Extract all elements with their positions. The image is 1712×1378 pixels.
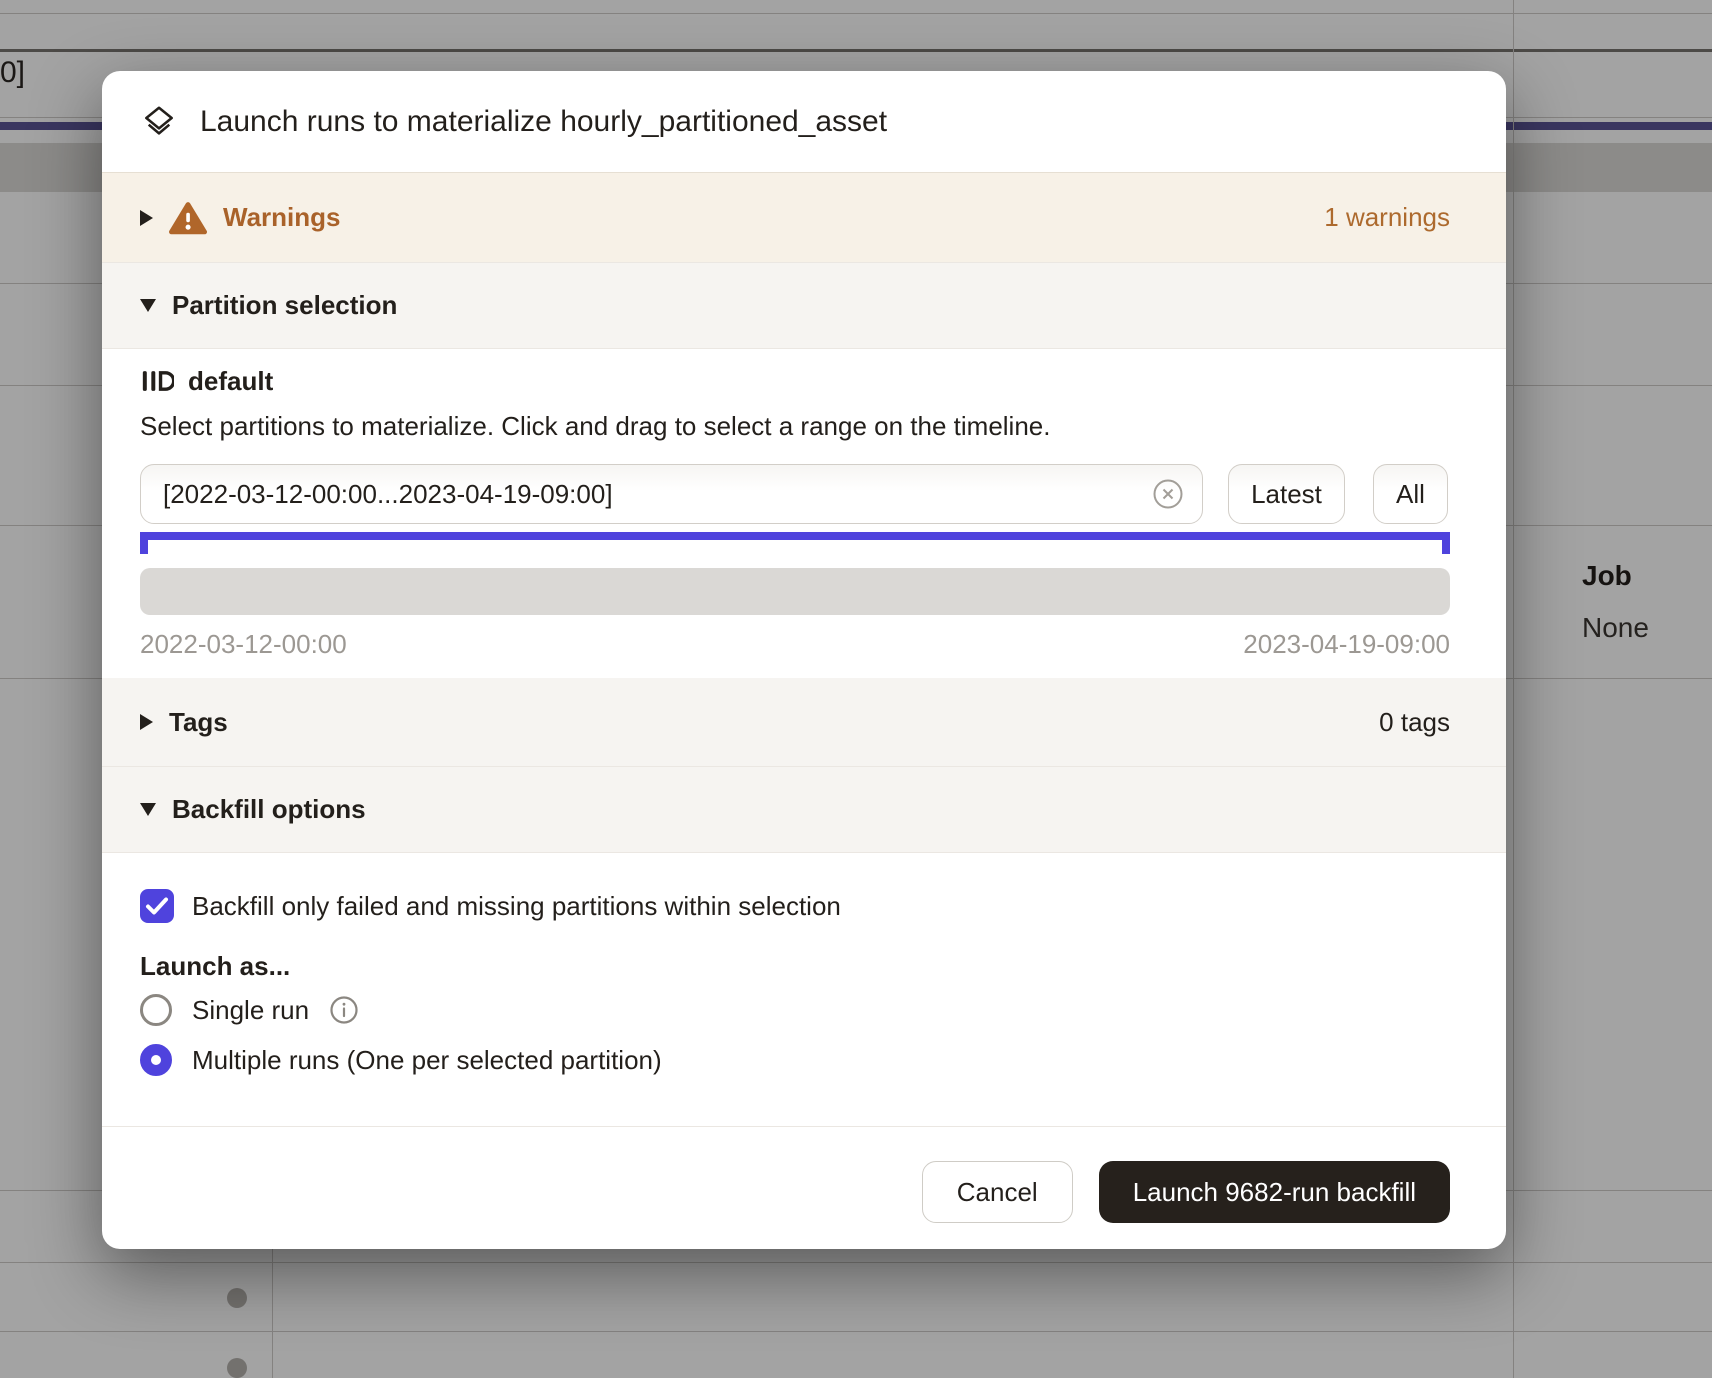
partition-range-value: [2022-03-12-00:00...2023-04-19-09:00] [163,479,1152,510]
partition-selection-section-header[interactable]: Partition selection [102,262,1506,349]
warnings-count-badge: 1 warnings [1324,202,1450,233]
partition-selection-description: Select partitions to materialize. Click … [140,411,1450,442]
backfill-options-content: Backfill only failed and missing partiti… [102,853,1506,1126]
tags-section-header[interactable]: Tags 0 tags [102,678,1506,767]
partition-timeline[interactable] [140,568,1450,615]
launch-backfill-button[interactable]: Launch 9682-run backfill [1099,1161,1450,1223]
checkbox-checked-icon[interactable] [140,889,174,923]
warnings-section-header[interactable]: Warnings 1 warnings [102,172,1506,262]
asset-layers-icon [140,103,178,141]
chevron-down-icon [140,299,156,312]
partition-range-input[interactable]: [2022-03-12-00:00...2023-04-19-09:00] [140,464,1203,524]
chevron-down-icon [140,803,156,816]
chevron-right-icon [140,714,153,730]
backfill-only-failed-row[interactable]: Backfill only failed and missing partiti… [140,889,1450,923]
selection-range-line [140,532,1450,540]
single-run-label: Single run [192,995,309,1026]
partition-dimension-row: default [140,363,1450,399]
radio-unselected-icon[interactable] [140,994,172,1026]
backfill-options-title: Backfill options [172,794,366,825]
dialog-header: Launch runs to materialize hourly_partit… [102,71,1506,172]
dialog-title: Launch runs to materialize hourly_partit… [200,105,887,139]
selection-range-bracket [140,532,1450,554]
clear-input-icon[interactable] [1152,478,1184,510]
partition-selection-content: default Select partitions to materialize… [102,349,1506,678]
dialog-footer: Cancel Launch 9682-run backfill [102,1126,1506,1249]
backfill-only-failed-label: Backfill only failed and missing partiti… [192,891,841,922]
selection-range-tick-right [1442,532,1450,554]
selection-range-tick-left [140,532,148,554]
chevron-right-icon [140,210,153,226]
launch-backfill-dialog: Launch runs to materialize hourly_partit… [102,71,1506,1249]
single-run-option[interactable]: Single run [140,988,1450,1032]
multiple-runs-label: Multiple runs (One per selected partitio… [192,1045,662,1076]
tags-title: Tags [169,707,228,738]
timeline-start-label: 2022-03-12-00:00 [140,629,347,660]
tags-count-badge: 0 tags [1379,707,1450,738]
warning-triangle-icon [169,201,207,235]
partition-range-row: [2022-03-12-00:00...2023-04-19-09:00] La… [140,464,1450,524]
launch-as-label: Launch as... [140,951,1450,982]
timeline-end-label: 2023-04-19-09:00 [1243,629,1450,660]
timeline-labels: 2022-03-12-00:00 2023-04-19-09:00 [140,629,1450,660]
partition-dimension-name: default [188,366,273,397]
multiple-runs-option[interactable]: Multiple runs (One per selected partitio… [140,1038,1450,1082]
latest-button[interactable]: Latest [1228,464,1345,524]
cancel-button[interactable]: Cancel [922,1161,1073,1223]
backfill-options-section-header[interactable]: Backfill options [102,767,1506,853]
warnings-label: Warnings [223,202,340,233]
partition-selection-title: Partition selection [172,290,397,321]
all-button[interactable]: All [1373,464,1448,524]
info-icon[interactable] [329,995,359,1025]
radio-selected-icon[interactable] [140,1044,172,1076]
partition-set-icon [140,364,174,398]
